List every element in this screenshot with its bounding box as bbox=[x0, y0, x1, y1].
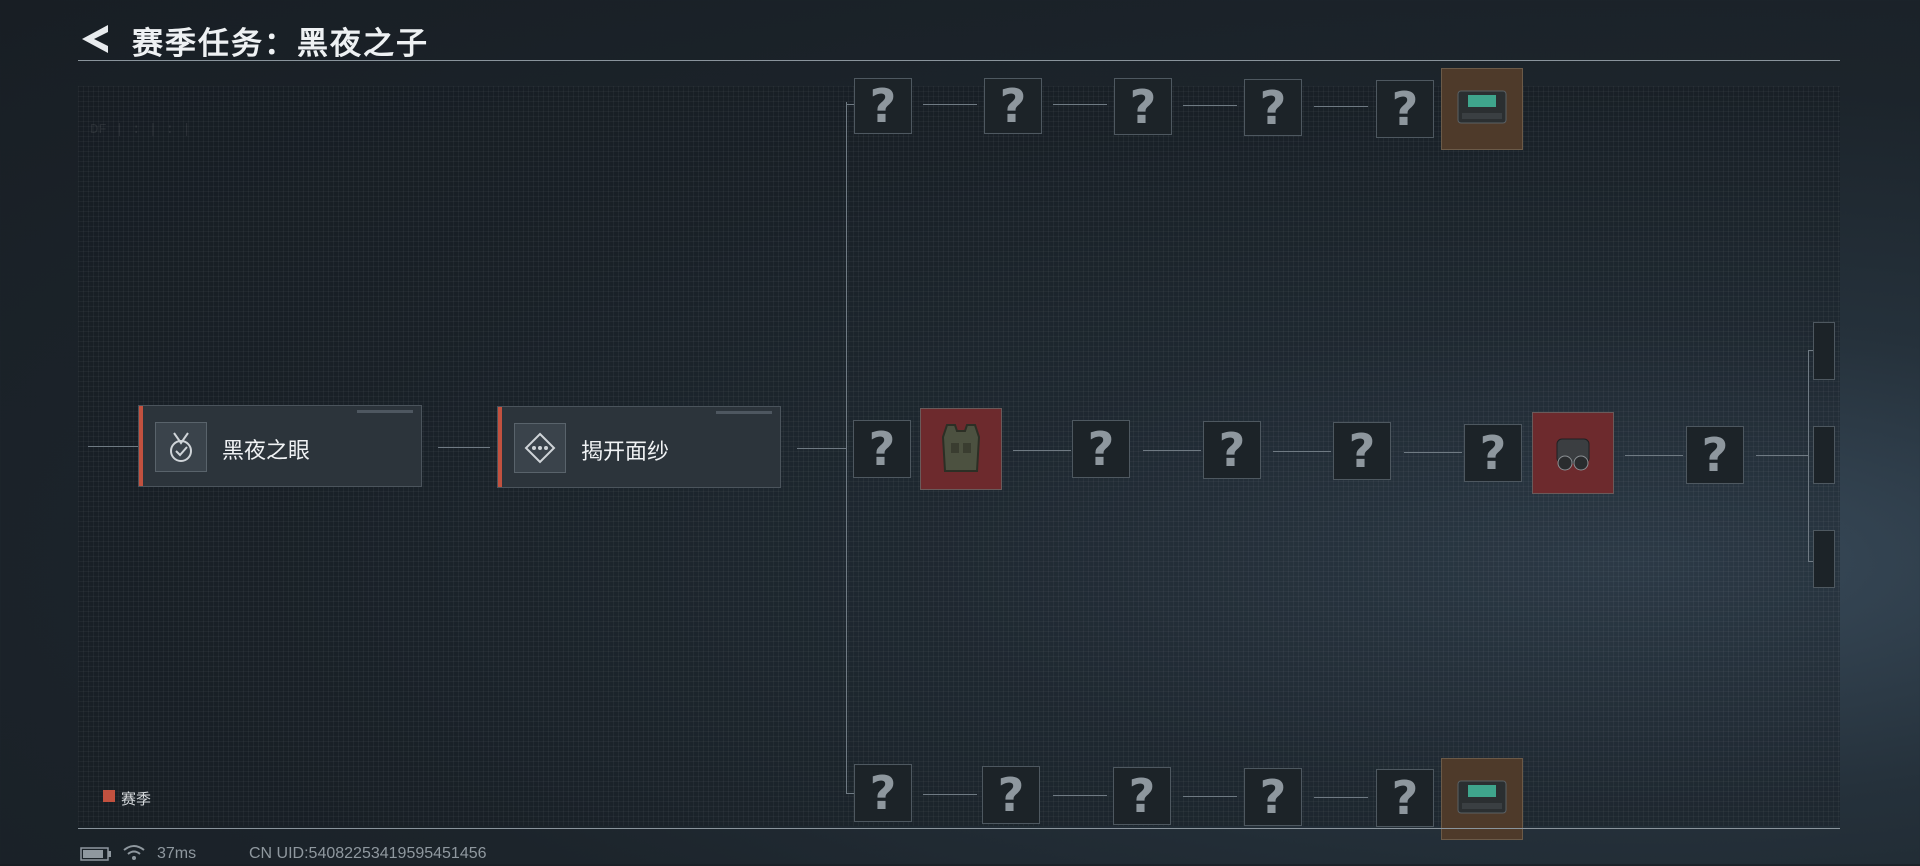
crate-icon bbox=[1457, 90, 1507, 124]
question-mark-icon: ? bbox=[1348, 424, 1376, 478]
question-mark-icon: ? bbox=[1129, 79, 1157, 134]
mission-label: 黑夜之眼 bbox=[222, 438, 311, 463]
mission-label: 揭开面纱 bbox=[581, 439, 670, 464]
locked-node[interactable]: ? bbox=[853, 420, 911, 478]
branch-trunk bbox=[1808, 350, 1809, 562]
connector bbox=[797, 448, 847, 449]
connector bbox=[1404, 452, 1462, 453]
question-mark-icon: ? bbox=[868, 422, 896, 476]
question-mark-icon: ? bbox=[1218, 423, 1246, 477]
question-mark-icon: ? bbox=[1479, 426, 1507, 480]
locked-node[interactable]: ? bbox=[1333, 422, 1391, 480]
connector bbox=[1625, 455, 1683, 456]
medal-check-icon bbox=[155, 422, 207, 472]
locked-node[interactable]: ? bbox=[1203, 421, 1261, 479]
background-decor: DF | : | : | bbox=[90, 122, 191, 138]
reward-crate[interactable] bbox=[1441, 68, 1523, 150]
locked-node[interactable]: ? bbox=[1464, 424, 1522, 482]
locked-node[interactable]: ? bbox=[1376, 769, 1434, 827]
locked-node[interactable]: ? bbox=[1376, 80, 1434, 138]
connector bbox=[1756, 455, 1808, 456]
locked-node-partial[interactable] bbox=[1813, 530, 1835, 588]
branch-trunk bbox=[846, 102, 847, 794]
locked-node-partial[interactable] bbox=[1813, 322, 1835, 380]
question-mark-icon: ? bbox=[1259, 770, 1287, 824]
question-mark-icon: ? bbox=[1087, 422, 1115, 476]
legend-swatch bbox=[103, 790, 115, 802]
question-mark-icon: ? bbox=[1128, 769, 1156, 823]
page-title: 赛季任务：黑夜之子 bbox=[132, 26, 429, 61]
connector bbox=[1314, 106, 1368, 107]
connector bbox=[1013, 450, 1071, 451]
mission-card-eye-of-night[interactable]: 黑夜之眼 bbox=[138, 405, 422, 487]
back-arrow-icon bbox=[82, 25, 108, 53]
header-divider bbox=[78, 60, 1840, 61]
connector bbox=[88, 446, 138, 447]
connector bbox=[1143, 450, 1201, 451]
season-marker bbox=[498, 407, 502, 487]
connector bbox=[1053, 795, 1107, 796]
season-marker bbox=[139, 406, 143, 486]
connector bbox=[846, 793, 854, 794]
question-mark-icon: ? bbox=[1259, 80, 1287, 135]
battery-icon bbox=[80, 847, 112, 866]
connector bbox=[1314, 797, 1368, 798]
question-mark-icon: ? bbox=[1701, 428, 1729, 482]
card-decor bbox=[357, 410, 413, 413]
footer-divider bbox=[78, 828, 1840, 829]
connector bbox=[846, 104, 854, 105]
connector bbox=[1183, 105, 1237, 106]
connector bbox=[1273, 451, 1331, 452]
crate-icon bbox=[1457, 780, 1507, 814]
locked-node[interactable]: ? bbox=[1113, 767, 1171, 825]
question-mark-icon: ? bbox=[1391, 82, 1419, 136]
locked-node[interactable]: ? bbox=[984, 78, 1042, 134]
ping-value: 37ms bbox=[157, 845, 197, 862]
question-mark-icon: ? bbox=[999, 79, 1027, 133]
locked-node[interactable]: ? bbox=[1114, 78, 1172, 135]
locked-node[interactable]: ? bbox=[982, 766, 1040, 824]
locked-node[interactable]: ? bbox=[1072, 420, 1130, 478]
night-vision-icon bbox=[1556, 438, 1590, 471]
connector bbox=[1053, 104, 1107, 105]
card-decor bbox=[716, 411, 772, 414]
player-uid: CN UID:540822534195954514​56 bbox=[249, 845, 487, 862]
question-mark-icon: ? bbox=[997, 768, 1025, 822]
question-mark-icon: ? bbox=[869, 79, 897, 133]
reward-night-vision[interactable] bbox=[1532, 412, 1614, 494]
question-mark-icon: ? bbox=[869, 766, 897, 820]
wifi-icon bbox=[122, 843, 146, 866]
locked-node[interactable]: ? bbox=[854, 78, 912, 134]
connector bbox=[923, 794, 977, 795]
connector bbox=[438, 447, 490, 448]
diamond-dots-icon bbox=[514, 423, 566, 473]
locked-node[interactable]: ? bbox=[1244, 768, 1302, 826]
locked-node[interactable]: ? bbox=[1686, 426, 1744, 484]
question-mark-icon: ? bbox=[1391, 771, 1419, 825]
connector bbox=[1183, 796, 1237, 797]
locked-node[interactable]: ? bbox=[1244, 79, 1302, 136]
armor-vest-icon bbox=[941, 424, 981, 472]
reward-armor-vest[interactable] bbox=[920, 408, 1002, 490]
connector bbox=[923, 104, 977, 105]
mission-card-unveil[interactable]: 揭开面纱 bbox=[497, 406, 781, 488]
back-button[interactable] bbox=[78, 22, 112, 56]
locked-node-partial[interactable] bbox=[1813, 426, 1835, 484]
locked-node[interactable]: ? bbox=[854, 764, 912, 822]
legend-label: 赛季 bbox=[121, 791, 152, 808]
